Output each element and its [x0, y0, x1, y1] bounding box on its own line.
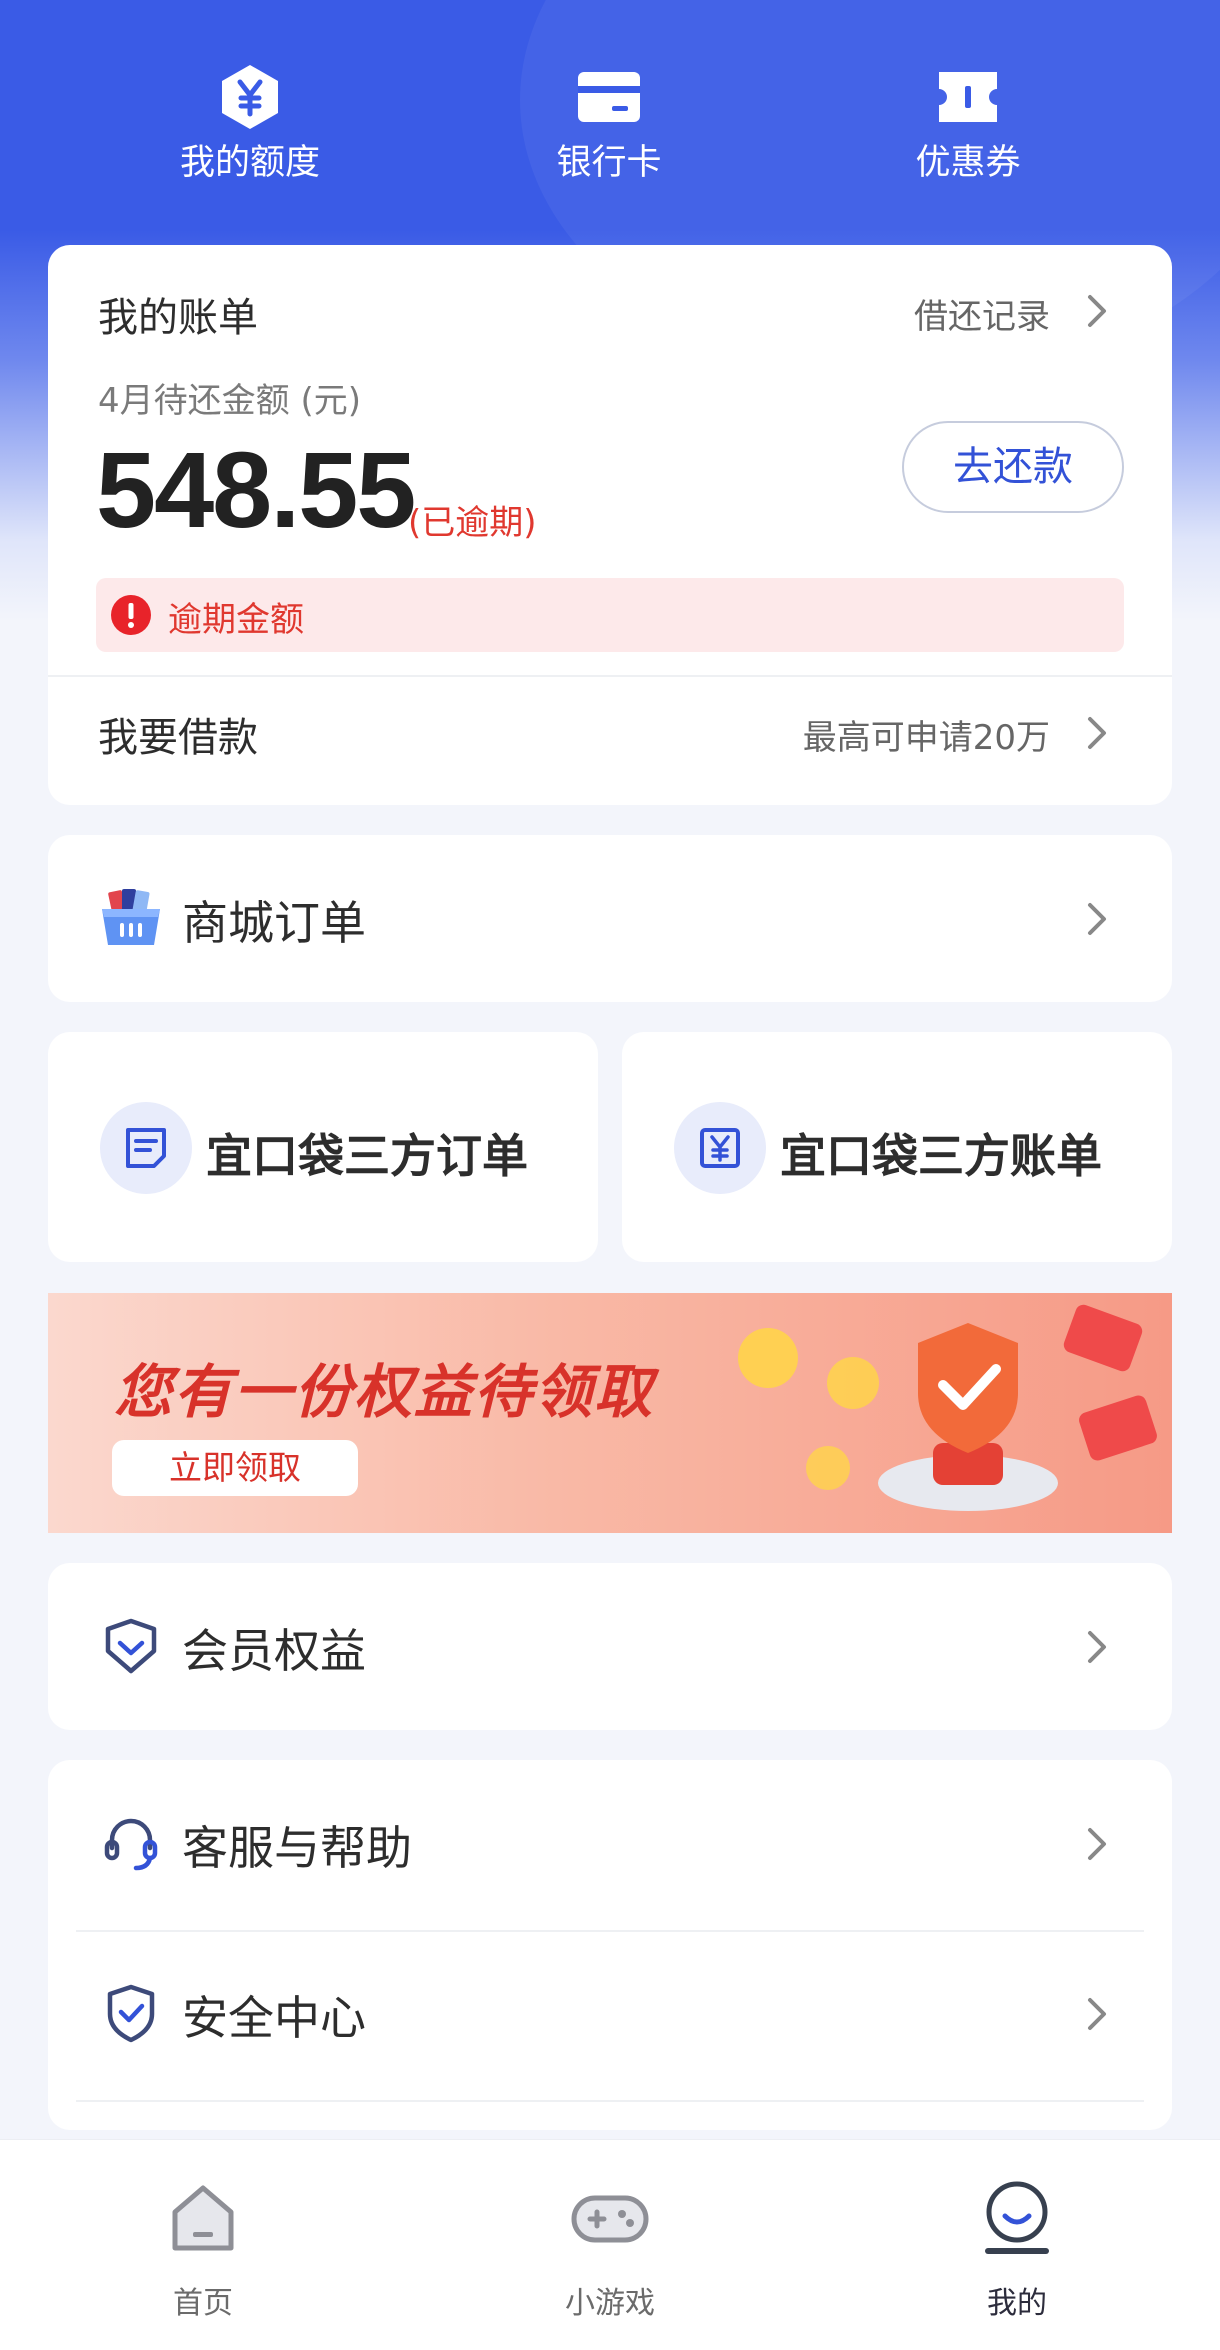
- home-icon: [172, 2185, 234, 2251]
- third-party-bills-label: 宜口袋三方账单: [780, 1129, 1102, 1183]
- chevron-right-icon: [1088, 903, 1106, 935]
- quick-nav-label: 优惠券: [915, 143, 1021, 183]
- member-benefits-label: 会员权益: [182, 1624, 366, 1678]
- yuan-hexagon-icon: [222, 65, 278, 129]
- tab-label: 首页: [173, 2286, 233, 2321]
- profile-icon: [985, 2181, 1049, 2254]
- bill-card: 我的账单 借还记录 4月待还金额 (元) 548.55 (已逾期) 去还款 逾期…: [48, 245, 1172, 805]
- tab-mini-games[interactable]: 小游戏: [510, 2176, 710, 2322]
- banner-headline: 您有一份权益待领取: [114, 1358, 655, 1426]
- due-amount-label: 4月待还金额 (元): [98, 381, 361, 421]
- chevron-right-icon: [1088, 1998, 1106, 2030]
- icon-circle: [100, 1102, 192, 1194]
- tab-label: 小游戏: [565, 2286, 655, 2321]
- exclamation-icon: [111, 595, 151, 635]
- divider: [48, 675, 1172, 677]
- headset-icon: [104, 1818, 158, 1871]
- shopping-basket-icon: [102, 889, 160, 945]
- customer-service-label: 客服与帮助: [182, 1821, 412, 1875]
- gamepad-icon: [571, 2195, 649, 2243]
- repay-button[interactable]: 去还款: [902, 421, 1124, 513]
- overdue-alert[interactable]: 逾期金额: [96, 578, 1124, 652]
- mall-orders-label: 商城订单: [182, 896, 366, 950]
- banner-claim-button[interactable]: 立即领取: [112, 1440, 358, 1496]
- due-amount-value: 548.55: [96, 429, 416, 550]
- quick-nav-label: 我的额度: [179, 143, 320, 183]
- coupon-icon: [939, 72, 997, 122]
- bank-card-icon: [578, 72, 640, 122]
- service-group: 客服与帮助 安全中心: [48, 1760, 1172, 2130]
- repayment-record-link[interactable]: 借还记录: [914, 289, 1050, 338]
- mall-orders-row[interactable]: 商城订单: [48, 835, 1172, 1002]
- chevron-right-icon: [1088, 1631, 1106, 1663]
- quick-nav-credit-limit[interactable]: 我的额度: [140, 62, 360, 186]
- third-party-orders-label: 宜口袋三方订单: [206, 1129, 528, 1183]
- shield-coins-illustration: [738, 1304, 1157, 1511]
- chevron-right-icon[interactable]: [1084, 713, 1110, 753]
- member-badge-icon: [105, 1618, 157, 1674]
- icon-circle: [674, 1102, 766, 1194]
- member-benefits-row[interactable]: 会员权益: [48, 1563, 1172, 1730]
- yuan-bill-icon: [700, 1128, 740, 1168]
- tab-mine[interactable]: 我的: [917, 2176, 1117, 2322]
- divider: [76, 2100, 1144, 2102]
- security-center-label: 安全中心: [182, 1991, 366, 2045]
- third-party-bills-tile[interactable]: 宜口袋三方账单: [622, 1032, 1172, 1262]
- bottom-tab-bar: 首页 小游戏 我的: [0, 2140, 1220, 2350]
- quick-nav: 我的额度 银行卡 优惠券: [0, 0, 1220, 230]
- document-icon: [126, 1128, 166, 1168]
- tab-home[interactable]: 首页: [103, 2176, 303, 2322]
- chevron-right-icon: [1088, 1828, 1106, 1860]
- quick-nav-coupon[interactable]: 优惠券: [858, 62, 1078, 186]
- shield-check-icon: [107, 1984, 155, 2043]
- customer-service-row[interactable]: 客服与帮助: [48, 1760, 1172, 1930]
- quick-nav-label: 银行卡: [556, 143, 662, 183]
- quick-nav-bank-card[interactable]: 银行卡: [499, 62, 719, 186]
- chevron-right-icon[interactable]: [1084, 291, 1110, 331]
- overdue-alert-text: 逾期金额: [168, 600, 304, 640]
- borrow-label[interactable]: 我要借款: [98, 705, 258, 763]
- overdue-status: (已逾期): [408, 503, 537, 543]
- borrow-limit-hint: 最高可申请20万: [802, 718, 1050, 758]
- third-party-orders-tile[interactable]: 宜口袋三方订单: [48, 1032, 598, 1262]
- tab-label: 我的: [987, 2286, 1047, 2321]
- benefit-banner[interactable]: 您有一份权益待领取 立即领取: [48, 1293, 1172, 1533]
- bill-title: 我的账单: [98, 295, 258, 341]
- security-center-row[interactable]: 安全中心: [48, 1930, 1172, 2100]
